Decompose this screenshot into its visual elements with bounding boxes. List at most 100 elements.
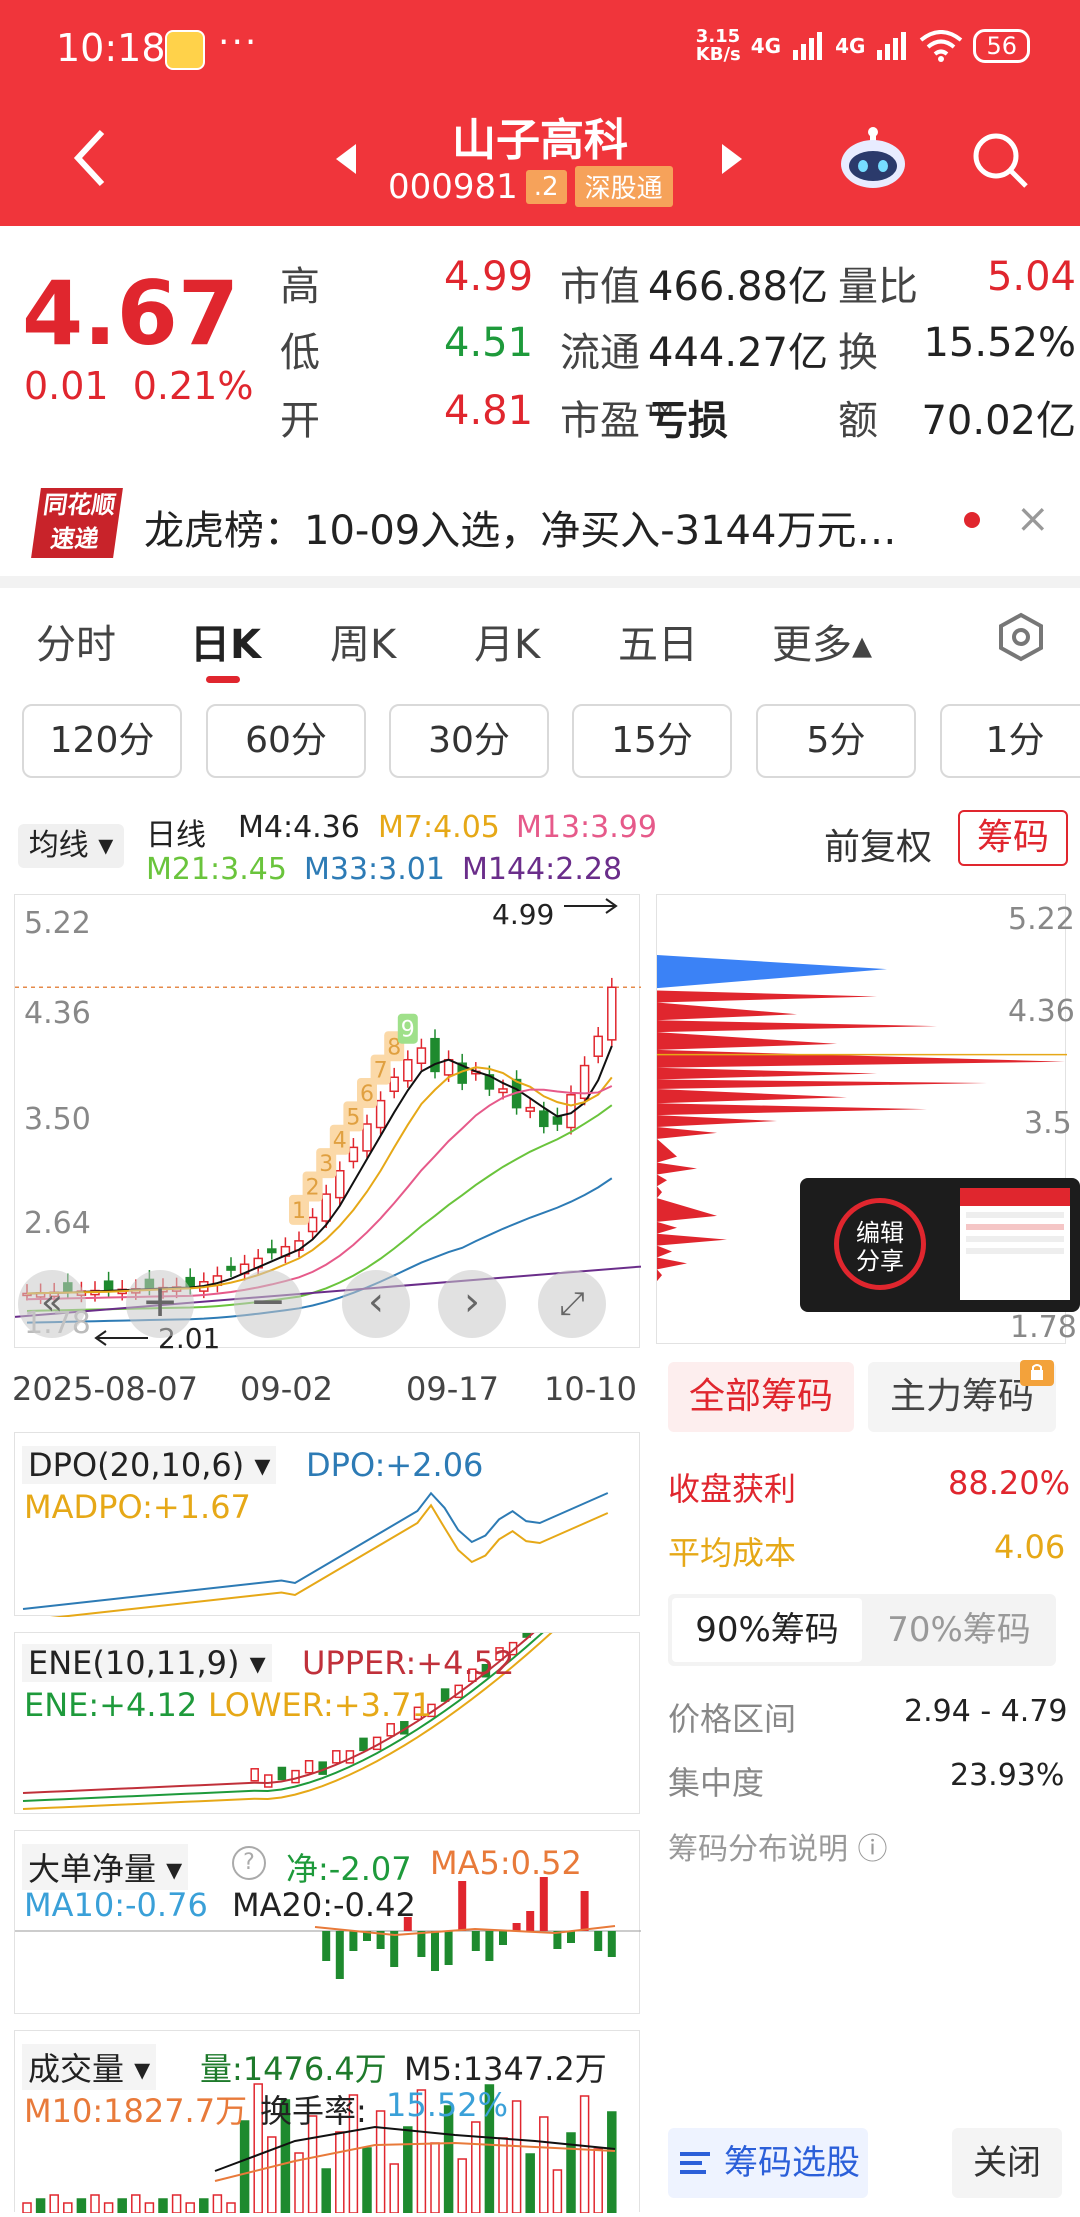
volume-bar — [335, 2131, 345, 2214]
search-icon[interactable] — [970, 130, 1030, 190]
quote-value: 70.02亿 — [921, 398, 1076, 444]
seg-90[interactable]: 90%筹码 — [672, 1598, 862, 1662]
settings-hexagon-icon[interactable] — [996, 612, 1046, 662]
tab-0[interactable]: 分时 — [36, 612, 116, 670]
stock-code: 000981 — [388, 166, 518, 207]
zoom-out-icon[interactable]: − — [234, 1270, 302, 1338]
chip-y-tick: 1.78 — [1010, 1310, 1077, 1345]
bigorder-bar — [444, 1931, 453, 1965]
tab-3[interactable]: 月K — [474, 612, 540, 670]
candle-body — [498, 1088, 508, 1094]
pan-right-icon[interactable]: › — [438, 1270, 506, 1338]
status-more-icon: ··· — [218, 22, 259, 63]
tab-5[interactable]: 更多▴ — [772, 612, 872, 670]
period-button[interactable]: 15分 — [572, 704, 732, 778]
ma4-value: M4:4.36 — [238, 810, 360, 845]
quote-label: 额 — [838, 398, 878, 444]
period-button[interactable]: 1分 — [940, 704, 1080, 778]
zoom-out-far-icon[interactable]: « — [18, 1270, 86, 1338]
turnover-value: 15.52% — [386, 2086, 509, 2124]
candle-body — [267, 1248, 277, 1254]
chip-button[interactable]: 筹码 — [958, 810, 1068, 866]
lock-icon — [1020, 1360, 1054, 1386]
volume-bar — [593, 2148, 603, 2214]
robot-assistant-icon[interactable] — [838, 122, 908, 192]
candle-body — [389, 1076, 399, 1093]
bigorder-selector[interactable]: 大单净量 ▾ — [22, 1844, 189, 1890]
volume-value: 量:1476.4万 — [200, 2050, 387, 2088]
ma-select-button[interactable]: 均线 ▾ — [18, 824, 124, 868]
volume-bar — [117, 2198, 127, 2214]
bigorder-bar — [594, 1931, 603, 1951]
tab-4[interactable]: 五日 — [618, 612, 698, 670]
news-ticker[interactable]: 龙虎榜：10-09入选，净买入-3144万元… — [144, 498, 896, 556]
fullscreen-icon[interactable]: ⤢ — [538, 1270, 606, 1338]
quote-value: 4.99 — [444, 254, 534, 300]
ene-lower-value: LOWER:+3.71 — [208, 1686, 432, 1724]
news-close-button[interactable]: × — [1016, 496, 1050, 542]
bigorder-bar — [607, 1931, 616, 1957]
volume-bar — [525, 2153, 535, 2214]
tab-2[interactable]: 周K — [330, 612, 396, 670]
signal-icon — [877, 32, 907, 60]
candle-body — [539, 1110, 549, 1128]
volume-selector[interactable]: 成交量 ▾ — [22, 2044, 157, 2090]
price-range-value: 2.94 - 4.79 — [904, 1694, 1068, 1729]
help-icon[interactable]: ? — [232, 1846, 266, 1880]
volume-bar — [498, 2137, 508, 2214]
battery-icon: 56 — [973, 29, 1030, 63]
volume-bar — [607, 2111, 617, 2214]
share-popup[interactable]: 编辑 分享 — [800, 1178, 1080, 1312]
share-label: 分享 — [856, 1247, 904, 1275]
app-notification-icon — [165, 30, 205, 70]
status-time: 10:18 — [56, 26, 166, 70]
period-button[interactable]: 30分 — [389, 704, 549, 778]
chip-y-tick: 4.36 — [1008, 994, 1075, 1029]
next-stock-icon[interactable] — [720, 144, 744, 174]
period-button[interactable]: 60分 — [206, 704, 366, 778]
profit-label: 收盘获利 — [668, 1470, 797, 1508]
turnover-label: 换手率: — [260, 2092, 367, 2130]
quote-value: 5.04 — [986, 254, 1076, 300]
nine-turn-label: 4 — [333, 1129, 347, 1154]
pan-left-icon[interactable]: ‹ — [342, 1270, 410, 1338]
high-marker: 4.99 — [492, 898, 555, 931]
signal-4g-1: 4G — [750, 34, 782, 58]
ths-express-logo: 同花顺 速递 — [31, 488, 123, 558]
screenshot-thumbnail[interactable] — [960, 1188, 1070, 1300]
y-tick: 5.22 — [24, 906, 91, 941]
ene-candle — [291, 1769, 300, 1784]
zoom-in-icon[interactable]: + — [126, 1270, 194, 1338]
section-divider — [0, 576, 1080, 588]
signal-4g-2: 4G — [835, 34, 866, 58]
volume-bar — [511, 2100, 522, 2214]
volume-bar — [171, 2194, 182, 2214]
tab-1[interactable]: 日K — [190, 612, 261, 670]
x-tick: 2025-08-07 — [12, 1370, 198, 1408]
edit-share-icon[interactable]: 编辑 分享 — [834, 1198, 926, 1290]
ene-value: ENE:+4.12 — [24, 1686, 198, 1724]
quote-value: 亏损 — [648, 398, 728, 444]
quote-label: 换 — [838, 330, 878, 376]
bigorder-bar — [335, 1931, 344, 1979]
period-button[interactable]: 120分 — [22, 704, 182, 778]
news-unread-dot — [964, 512, 980, 528]
bigorder-bar — [417, 1931, 426, 1957]
candle-body — [307, 1216, 318, 1233]
top-bar: 10:18 ··· 3.15 KB/s 4G 4G 56 山子高科 000981… — [0, 0, 1080, 226]
madpo-value: MADPO:+1.67 — [24, 1488, 251, 1526]
ene-candle — [332, 1750, 341, 1764]
y-tick: 2.64 — [24, 1206, 91, 1241]
signal-icon — [793, 32, 823, 60]
adjust-mode[interactable]: 前复权 — [824, 818, 932, 870]
chip-percent-toggle: 90%筹码 70%筹码 — [668, 1594, 1056, 1666]
seg-70[interactable]: 70%筹码 — [864, 1598, 1054, 1662]
dpo-selector[interactable]: DPO(20,10,6) ▾ — [22, 1446, 277, 1484]
chip-help-link[interactable]: 筹码分布说明 ⓘ — [668, 1824, 888, 1868]
bigorder-bar — [471, 1931, 480, 1951]
period-button[interactable]: 5分 — [756, 704, 916, 778]
ene-selector[interactable]: ENE(10,11,9) ▾ — [22, 1644, 272, 1682]
quote-value: 4.81 — [444, 388, 534, 434]
tab-all-chips[interactable]: 全部筹码 — [668, 1362, 854, 1432]
close-chip-button[interactable]: 关闭 — [952, 2128, 1062, 2198]
